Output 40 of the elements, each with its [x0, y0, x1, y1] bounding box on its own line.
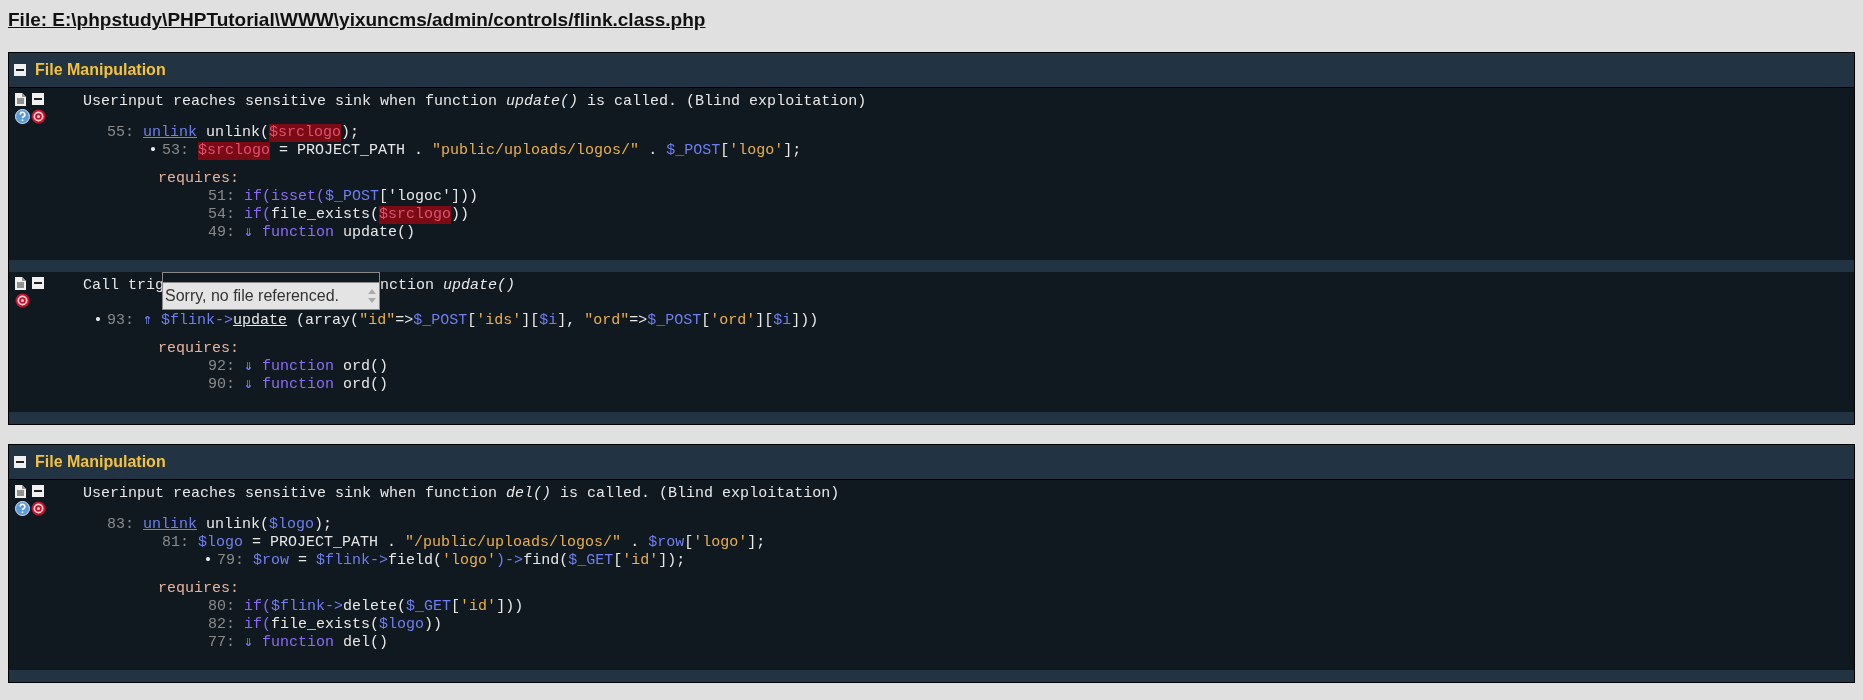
- code-line: 49: ⇓ function update(): [208, 223, 416, 242]
- code-line: • 53: $srclogo = PROJECT_PATH . "public/uploads/logos/" . $_POST['logo'];: [147, 141, 802, 160]
- code-line: 83: unlink unlink($logo);: [107, 515, 333, 534]
- code-line: • 93: ⇑ $flink->update (array("id"=>$_POST['ids'][$i], "ord"=>$_POST['ord'][$i])): [92, 311, 819, 330]
- collapse-icon[interactable]: [14, 455, 26, 468]
- file-icon[interactable]: [15, 92, 26, 106]
- target-icon[interactable]: [15, 292, 30, 308]
- code-line: 77: ⇓ function del(): [208, 633, 389, 652]
- help-icon[interactable]: [15, 500, 30, 516]
- file-icon[interactable]: [15, 484, 26, 498]
- panel-title: File Manipulation: [35, 59, 166, 80]
- code-line: 55: unlink unlink($srclogo);: [107, 123, 360, 142]
- requires-label: requires:: [158, 339, 239, 358]
- code-line: 82: if(file_exists($logo)): [208, 615, 443, 634]
- file-icon[interactable]: [15, 276, 26, 290]
- tooltip: Sorry, no file referenced.: [162, 271, 380, 310]
- code-line: 81: $logo = PROJECT_PATH . "/public/uploads/logos/" . $row['logo'];: [162, 533, 766, 552]
- collapse-icon[interactable]: [32, 277, 44, 289]
- help-icon[interactable]: [15, 108, 30, 124]
- finding-description: Userinput reaches sensitive sink when function del() is called. (Blind exploitation): [83, 484, 840, 503]
- code-link[interactable]: update: [233, 311, 288, 330]
- file-title: File: E:\phpstudy\PHPTutorial\WWW\yixuncms/admin/controls/flink.class.php: [8, 8, 706, 32]
- code-line: • 79: $row = $flink->field('logo')->find($_GET['id']);: [202, 551, 686, 570]
- finding-description: Userinput reaches sensitive sink when function update() is called. (Blind exploitation): [83, 92, 867, 111]
- requires-label: requires:: [158, 169, 239, 188]
- collapse-icon[interactable]: [32, 93, 44, 105]
- code-link[interactable]: unlink: [143, 123, 198, 142]
- finding-description: nction update(): [380, 276, 516, 295]
- code-line: 92: ⇓ function ord(): [208, 357, 389, 376]
- code-line: 80: if($flink->delete($_GET['id'])): [208, 597, 524, 616]
- code-line: 51: if(isset($_POST['logoc'])): [208, 187, 479, 206]
- panel-title: File Manipulation: [35, 451, 166, 472]
- target-icon[interactable]: [31, 500, 46, 516]
- code-line: 54: if(file_exists($srclogo)): [208, 205, 470, 224]
- requires-label: requires:: [158, 579, 239, 598]
- collapse-icon[interactable]: [32, 485, 44, 497]
- code-line: 90: ⇓ function ord(): [208, 375, 389, 394]
- code-link[interactable]: unlink: [143, 515, 198, 534]
- target-icon[interactable]: [31, 108, 46, 124]
- collapse-icon[interactable]: [14, 63, 26, 76]
